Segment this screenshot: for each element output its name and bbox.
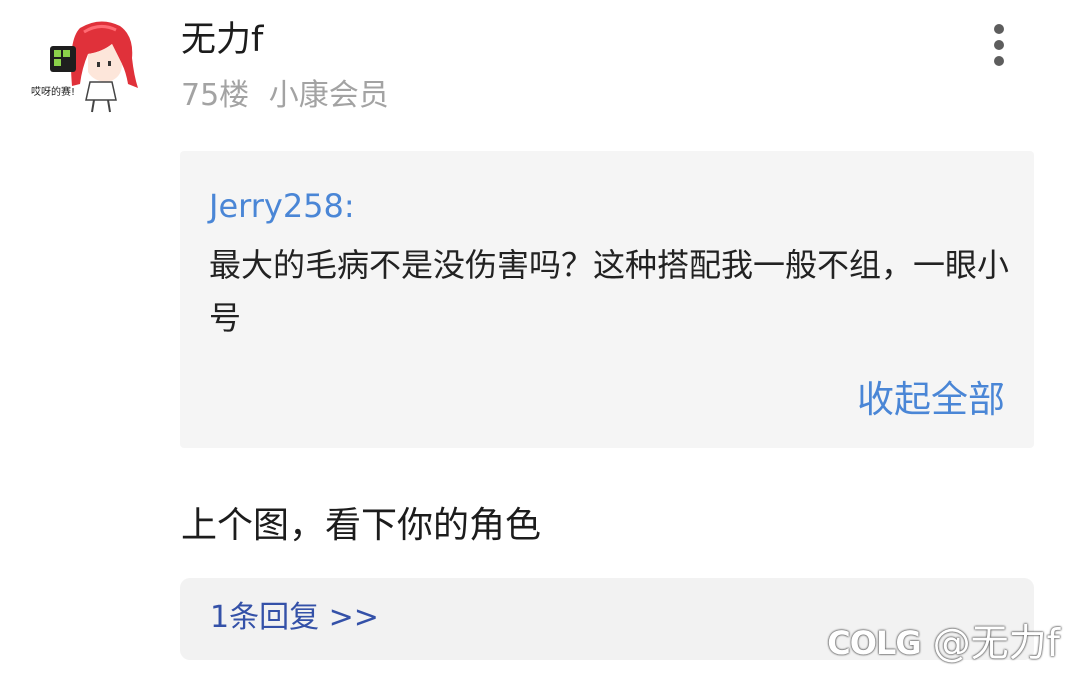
- user-avatar[interactable]: [42, 14, 146, 118]
- colg-logo: COLG: [827, 624, 921, 662]
- watermark-handle: @无力f: [932, 621, 1060, 665]
- more-options-button[interactable]: [984, 20, 1014, 70]
- comment-body: 上个图，看下你的角色: [181, 505, 542, 546]
- more-vertical-icon-dot: [994, 56, 1004, 66]
- quote-text: 最大的毛病不是没伤害吗？这种搭配我一般不组，一眼小号: [209, 246, 1010, 337]
- username[interactable]: 无力f: [181, 18, 263, 62]
- more-vertical-icon-dot: [994, 40, 1004, 50]
- post-meta: 75楼 小康会员: [181, 76, 389, 116]
- view-replies-link[interactable]: 1条回复 >>: [210, 596, 379, 640]
- post-container: 哎呀的赛! 无力f 75楼 小康会员 Jerry258: 最大的毛病不是没伤害吗…: [0, 0, 1080, 685]
- quote-author-link[interactable]: Jerry258:: [209, 184, 355, 228]
- quoted-comment: Jerry258: 最大的毛病不是没伤害吗？这种搭配我一般不组，一眼小号 收起全…: [180, 151, 1034, 448]
- collapse-all-button[interactable]: 收起全部: [857, 376, 1005, 424]
- more-vertical-icon: [994, 24, 1004, 34]
- watermark: COLG @无力f: [827, 618, 1060, 668]
- floor-number: 75楼: [181, 78, 250, 113]
- avatar-image: [42, 14, 146, 118]
- avatar-caption: 哎呀的赛!: [30, 87, 75, 98]
- member-level-badge: 小康会员: [268, 78, 389, 113]
